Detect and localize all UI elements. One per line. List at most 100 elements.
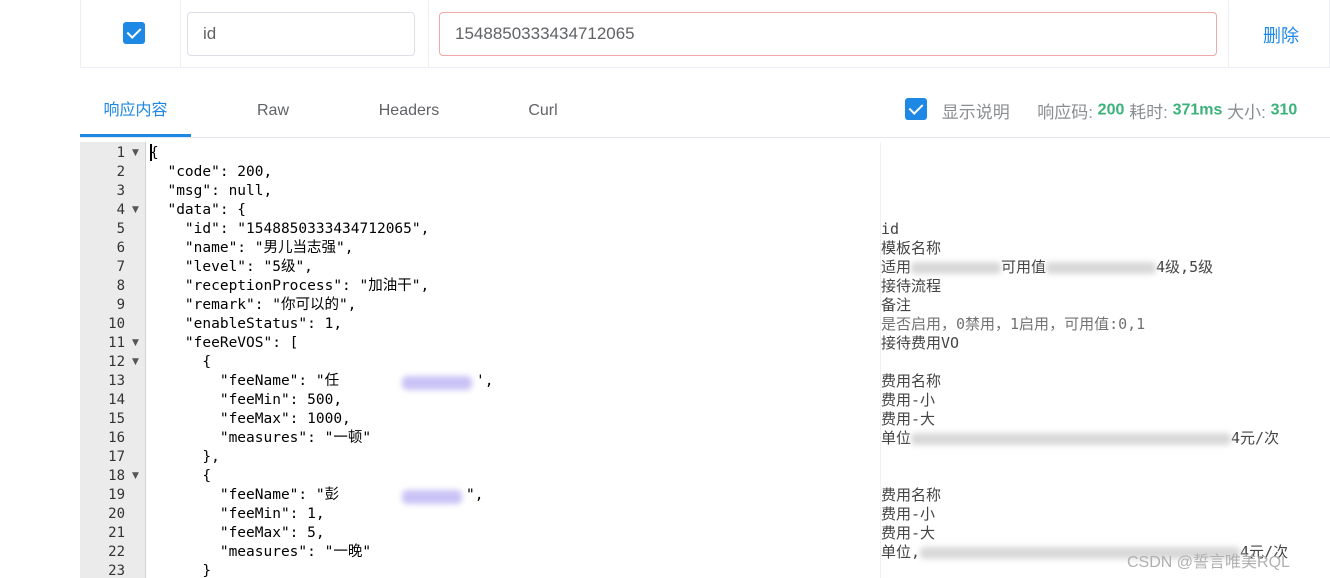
code-line: "measures": "一晚" <box>150 544 372 560</box>
line-number: 23 <box>108 563 125 578</box>
code-line: "feeMin": 500, <box>150 392 343 408</box>
code-line: "data": { <box>150 202 247 218</box>
desc-text: 单位 <box>881 429 912 447</box>
status-code-label: 响应码: <box>1037 103 1093 122</box>
desc-line: 备注 <box>881 296 912 314</box>
desc-line: 费用名称 <box>881 372 942 390</box>
redacted-text <box>402 490 462 504</box>
param-key-cell: id <box>181 0 429 67</box>
fold-toggle-icon[interactable]: ▼ <box>132 201 139 220</box>
line-number: 2 <box>116 164 125 180</box>
desc-line: 接待费用VO <box>881 334 960 352</box>
text-cursor <box>150 144 152 161</box>
line-number: 3 <box>116 183 125 199</box>
param-row: id 1548850333434712065 删除 <box>80 0 1330 68</box>
param-value-input[interactable]: 1548850333434712065 <box>439 12 1217 56</box>
line-number: 22 <box>108 544 125 560</box>
code-line: "feeName": "任 <box>150 373 340 389</box>
line-number: 17 <box>108 449 125 465</box>
code-line: "feeReVOS": [ <box>150 335 299 351</box>
line-number: 4 <box>116 202 125 218</box>
param-key-input[interactable]: id <box>187 12 415 56</box>
code-line: "receptionProcess": "加油干", <box>150 278 430 294</box>
desc-text: 单位, <box>881 543 921 561</box>
line-number: 9 <box>116 297 125 313</box>
desc-line: 单位 4元/次 <box>881 429 1279 448</box>
response-status-bar: 显示说明 响应码: 200 耗时: 371ms 大小: 310 <box>905 97 1298 122</box>
line-number: 20 <box>108 506 125 522</box>
desc-line: id <box>881 220 900 238</box>
desc-line: 费用-小 <box>881 505 936 523</box>
size-value: 310 <box>1270 101 1298 119</box>
desc-line: 是否启用，0禁用，1启用，可用值:0,1 <box>881 315 1146 333</box>
active-tab-indicator <box>80 134 191 137</box>
line-number: 11 <box>108 335 125 351</box>
code-line: "enableStatus": 1, <box>150 316 343 332</box>
tab-response-content[interactable]: 响应内容 <box>80 88 191 138</box>
param-enabled-checkbox[interactable] <box>123 22 145 44</box>
status-code-value: 200 <box>1097 101 1125 119</box>
line-number: 7 <box>116 259 125 275</box>
code-line-tail: ', <box>476 373 494 389</box>
param-check-cell <box>81 0 181 67</box>
code-line: { <box>150 468 212 484</box>
desc-text: 可用值 <box>1001 258 1047 276</box>
line-number: 16 <box>108 430 125 446</box>
json-editor[interactable]: 1 2 3 4 5 6 7 8 9 10 11 12 13 14 15 16 1… <box>80 142 880 578</box>
desc-line: 模板名称 <box>881 239 942 257</box>
code-line: "name": "男儿当志强", <box>150 240 354 256</box>
code-line: "msg": null, <box>150 183 273 199</box>
line-number: 5 <box>116 221 125 237</box>
fold-toggle-icon[interactable]: ▼ <box>132 353 139 372</box>
code-line: "level": "5级", <box>150 259 313 275</box>
show-description-label[interactable]: 显示说明 <box>942 103 1010 122</box>
desc-line: 费用-大 <box>881 410 936 428</box>
fold-toggle-icon[interactable]: ▼ <box>132 467 139 486</box>
code-line: }, <box>150 449 220 465</box>
line-number: 14 <box>108 392 125 408</box>
code-line-tail: ", <box>466 487 484 503</box>
code-line: "remark": "你可以的", <box>150 297 357 313</box>
tab-raw[interactable]: Raw <box>235 88 311 138</box>
size-label: 大小: <box>1227 103 1266 122</box>
line-number: 8 <box>116 278 125 294</box>
line-number: 18 <box>108 468 125 484</box>
code-line: "id": "1548850333434712065", <box>150 221 430 237</box>
show-description-checkbox[interactable] <box>905 97 927 120</box>
delete-link[interactable]: 删除 <box>1263 22 1299 48</box>
desc-line: 适用 可用值 4级,5级 <box>881 258 1213 277</box>
watermark: CSDN @誓言唯美RQL <box>1127 554 1290 571</box>
desc-text: 4级,5级 <box>1156 258 1214 276</box>
line-number: 13 <box>108 373 125 389</box>
desc-line: 接待流程 <box>881 277 942 295</box>
tab-curl[interactable]: Curl <box>505 88 581 138</box>
code-line: { <box>150 354 212 370</box>
editor-gutter: 1 2 3 4 5 6 7 8 9 10 11 12 13 14 15 16 1… <box>80 142 146 578</box>
code-line: "feeMax": 5, <box>150 525 325 541</box>
tab-headers[interactable]: Headers <box>360 88 458 138</box>
desc-line: 费用-小 <box>881 391 936 409</box>
fold-toggle-icon[interactable]: ▼ <box>132 334 139 353</box>
code-line: "feeMin": 1, <box>150 506 325 522</box>
desc-line: 费用-大 <box>881 524 936 542</box>
param-value-cell: 1548850333434712065 <box>429 0 1229 67</box>
redacted-text <box>402 376 472 390</box>
line-number: 15 <box>108 411 125 427</box>
desc-line: 费用名称 <box>881 486 942 504</box>
code-line: "feeName": "彭 <box>150 487 340 503</box>
desc-text: 4元/次 <box>1231 429 1280 447</box>
line-number: 6 <box>116 240 125 256</box>
desc-text: 适用 <box>881 258 912 276</box>
code-line: } <box>150 563 212 578</box>
param-op-cell: 删除 <box>1229 0 1330 67</box>
code-line: "feeMax": 1000, <box>150 411 351 427</box>
line-number: 12 <box>108 354 125 370</box>
elapsed-value: 371ms <box>1172 101 1223 119</box>
line-number: 10 <box>108 316 125 332</box>
fold-toggle-icon[interactable]: ▼ <box>132 144 139 163</box>
code-line: "code": 200, <box>150 164 273 180</box>
line-number: 19 <box>108 487 125 503</box>
line-number: 1 <box>116 145 125 161</box>
description-column: id 模板名称 适用 可用值 4级,5级 接待流程 备注 是否启用，0禁用，1启用，… <box>880 142 1330 578</box>
line-number: 21 <box>108 525 125 541</box>
